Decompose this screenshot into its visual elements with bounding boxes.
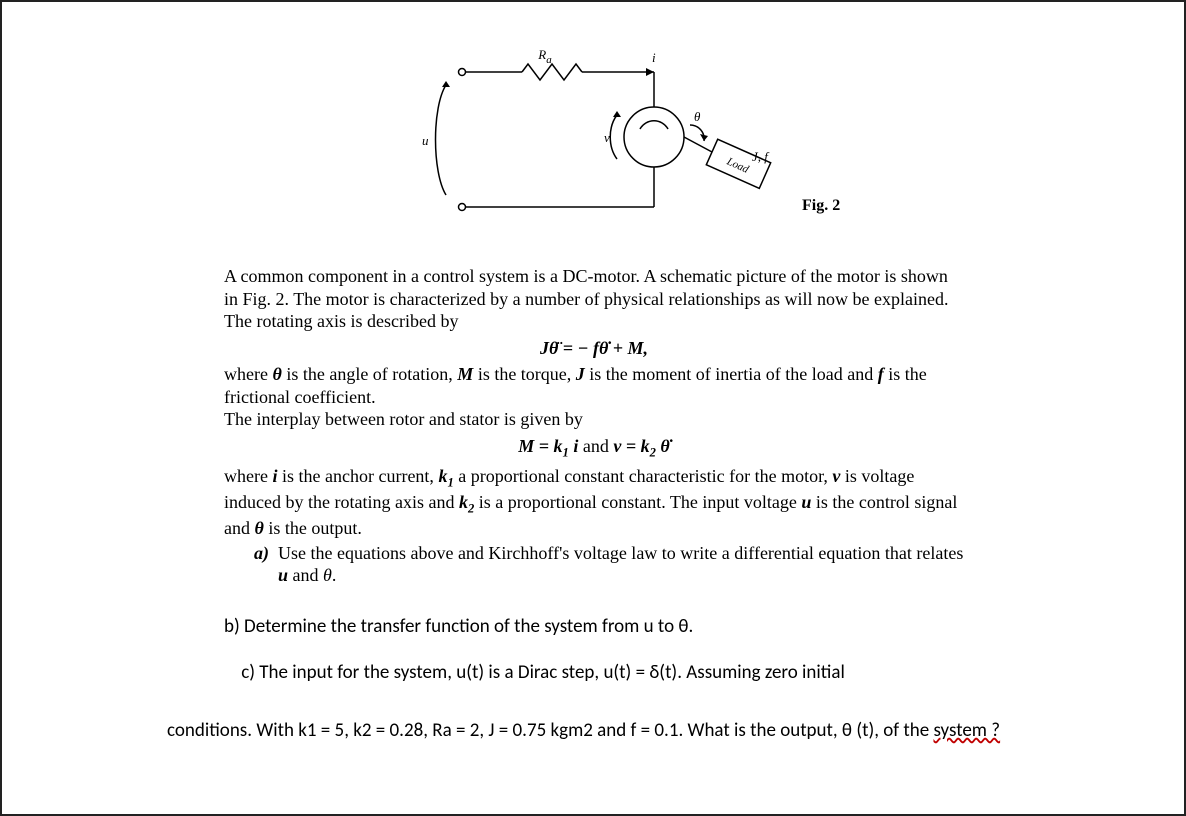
document-page: Ra i u v — [0, 0, 1186, 816]
equation-1: Jθ̈ = − fθ̇ + M, — [224, 337, 964, 360]
label-i: i — [652, 50, 656, 65]
figure-2: Ra i u v — [412, 37, 892, 227]
paragraph-2: where θ is the angle of rotation, M is t… — [224, 363, 964, 431]
label-Ra-sub: a — [546, 54, 552, 66]
label-theta: θ — [694, 109, 701, 124]
label-u: u — [422, 133, 429, 148]
label-v: v — [604, 130, 610, 145]
part-b: b) Determine the transfer function of th… — [224, 615, 964, 639]
part-c-continuation: conditions. With k1 = 5, k2 = 0.28, Ra =… — [167, 719, 1027, 742]
figure-caption: Fig. 2 — [802, 197, 840, 215]
paragraph-3: where i is the anchor current, k1 a prop… — [224, 465, 964, 540]
label-load: Load — [724, 155, 751, 176]
label-Jf: J, f — [752, 149, 770, 164]
part-a: a) Use the equations above and Kirchhoff… — [254, 542, 964, 587]
svg-text:Ra: Ra — [537, 47, 552, 66]
label-Ra: R — [537, 47, 546, 62]
problem-body: A common component in a control system i… — [224, 265, 964, 686]
part-c-line1: c) The input for the system, u(t) is a D… — [224, 661, 964, 685]
equation-2: M = k1 i and v = k2 θ̇ — [224, 435, 964, 461]
intro-paragraph: A common component in a control system i… — [224, 265, 964, 333]
spellcheck-squiggle: system ? — [933, 719, 1000, 742]
